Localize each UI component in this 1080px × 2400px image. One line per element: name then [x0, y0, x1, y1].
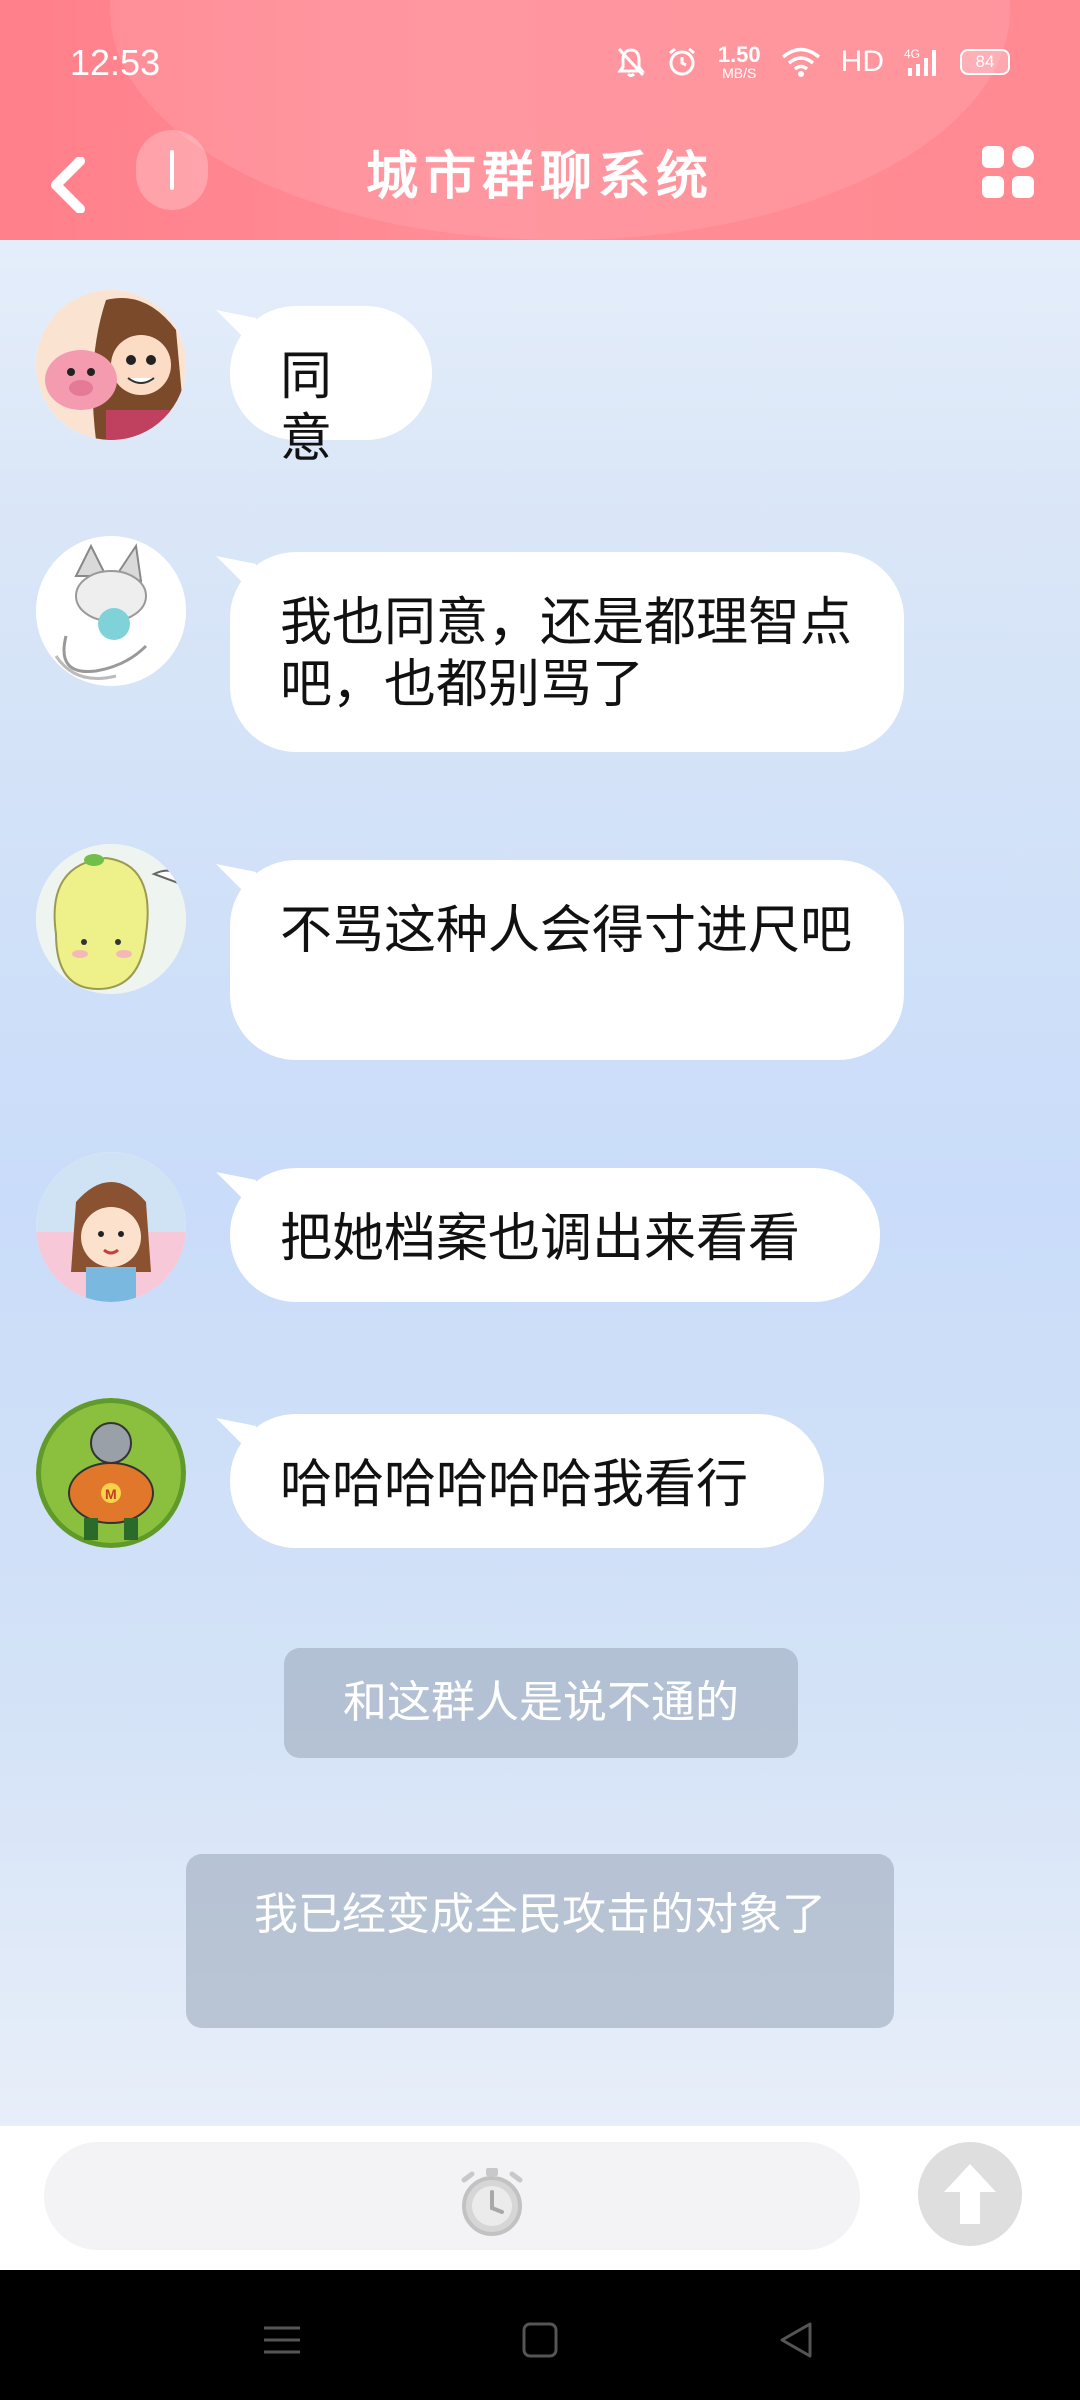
message-bubble: 哈哈哈哈哈哈我看行: [216, 1414, 824, 1548]
nav-home-button[interactable]: [510, 2310, 570, 2370]
message-bubble: 同意: [216, 306, 432, 469]
status-icons: 1.50 MB/S HD 4G 84: [616, 44, 1010, 80]
bubble-tail: [216, 310, 256, 350]
alarm-icon: [668, 47, 695, 76]
message-bubble: 不骂这种人会得寸进尺吧: [216, 860, 904, 1060]
bubble-tail: [216, 1172, 256, 1212]
home-icon: [522, 2322, 558, 2358]
bubble-tail: [216, 1418, 256, 1458]
system-nav-bar: [0, 2270, 1080, 2400]
avatar-pig-girl-icon: [36, 290, 186, 440]
menu-icon: [264, 2326, 300, 2354]
speed-unit: MB/S: [722, 65, 757, 81]
back-triangle-icon: [780, 2322, 812, 2358]
message-bubble: 把她档案也调出来看看: [216, 1168, 880, 1302]
chat-screen: 12:53 1.50 MB/S HD 4G 84 城市群聊系统 同意 我也同意，…: [0, 0, 1080, 2400]
send-button[interactable]: [918, 2142, 1022, 2246]
avatar[interactable]: M: [36, 1398, 186, 1548]
nav-menu-button[interactable]: [252, 2310, 312, 2370]
avatar-cartoon-man-icon: M: [36, 1398, 186, 1548]
message-text: 同意: [280, 347, 333, 469]
status-bar: 12:53 1.50 MB/S HD 4G 84: [0, 0, 1080, 130]
avatar[interactable]: [36, 1152, 186, 1302]
signal-4g-icon: 4G: [904, 47, 936, 76]
network-speed: 1.50 MB/S: [717, 42, 761, 81]
title-bar: 城市群聊系统: [0, 130, 1080, 240]
page-title: 城市群聊系统: [365, 146, 714, 207]
network-type: HD: [840, 45, 884, 78]
message-input[interactable]: [44, 2142, 860, 2250]
system-message: 和这群人是说不通的: [284, 1648, 798, 1758]
svg-text:M: M: [105, 1486, 117, 1502]
avatar-pear-icon: [36, 844, 186, 994]
header: 12:53 1.50 MB/S HD 4G 84 城市群聊系统: [0, 0, 1080, 240]
timer-icon[interactable]: [452, 2162, 532, 2242]
avatar[interactable]: [36, 290, 186, 440]
status-time: 12:53: [70, 42, 161, 83]
battery-indicator: 84: [960, 49, 1010, 75]
message-text: 哈哈哈哈哈哈我看行: [280, 1455, 749, 1515]
system-message-text: 我已经变成全民攻击的对象了: [254, 1889, 826, 1940]
mute-bell-icon: [616, 47, 645, 77]
message-bubble: 我也同意，还是都理智点吧，也都别骂了: [216, 552, 904, 752]
avatar-fox-icon: [36, 536, 186, 686]
message-text: 把她档案也调出来看看: [280, 1209, 801, 1269]
input-bar: [0, 2126, 1080, 2270]
avatar-girl-icon: [36, 1152, 186, 1302]
avatar[interactable]: [36, 536, 186, 686]
message-text: 不骂这种人会得寸进尺吧: [280, 901, 853, 961]
send-up-arrow-icon: [944, 2164, 996, 2224]
svg-text:4G: 4G: [904, 47, 920, 61]
message-text: 我也同意，还是都理智点吧，也都别骂了: [280, 593, 853, 715]
wifi-icon: [781, 47, 820, 77]
grid-menu-icon: [982, 146, 1034, 198]
system-message: 我已经变成全民攻击的对象了: [186, 1854, 894, 2028]
nav-back-button[interactable]: [766, 2310, 826, 2370]
system-message-text: 和这群人是说不通的: [343, 1677, 739, 1728]
speed-value: 1.50: [717, 42, 761, 67]
menu-button[interactable]: [978, 142, 1038, 202]
bubble-tail: [216, 556, 256, 596]
avatar[interactable]: [36, 844, 186, 994]
bubble-tail: [216, 864, 256, 904]
